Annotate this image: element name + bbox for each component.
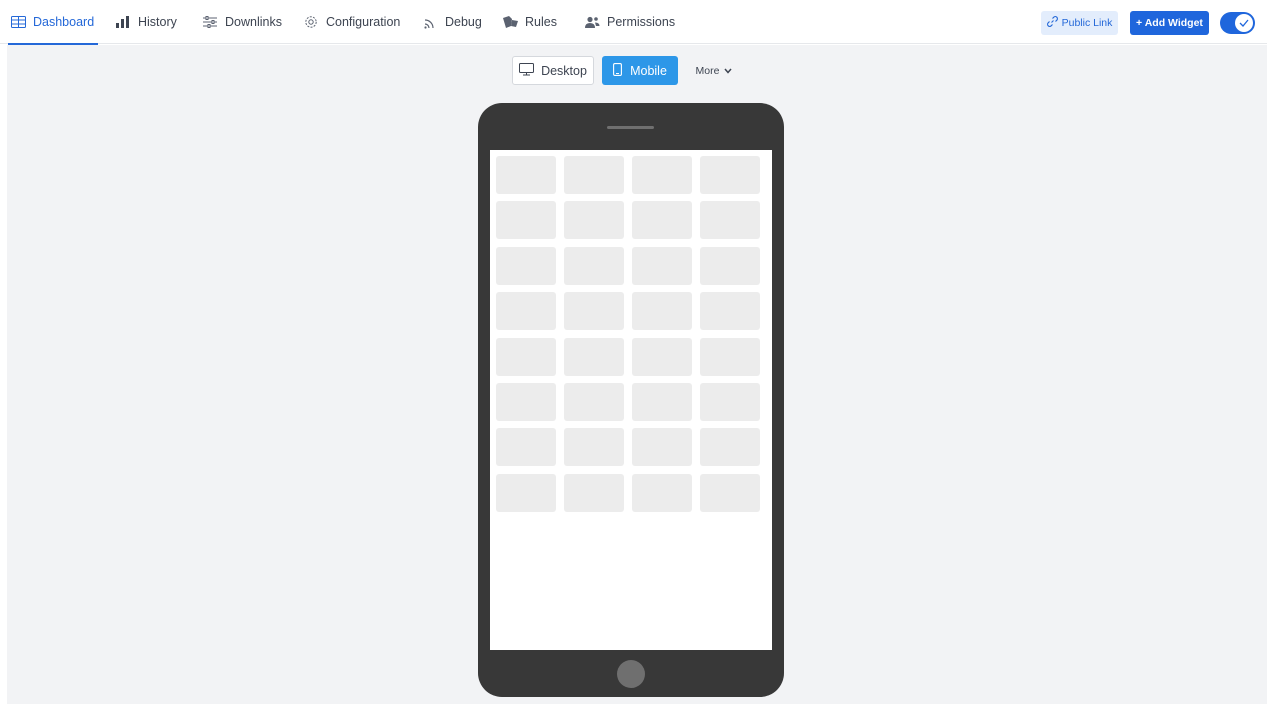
chevron-down-icon [724,65,733,77]
tab-label: History [138,15,177,29]
gear-icon [303,14,319,30]
table-icon [10,14,26,30]
widget-placeholder[interactable] [564,156,624,194]
widget-placeholder[interactable] [496,292,556,331]
widget-placeholder[interactable] [700,246,760,285]
widget-placeholder[interactable] [496,428,556,467]
widget-placeholder[interactable] [700,201,760,240]
link-icon [1046,16,1058,30]
widget-placeholder[interactable] [564,246,624,285]
widget-placeholder[interactable] [632,292,692,331]
widget-placeholder[interactable] [700,382,760,421]
widget-placeholder[interactable] [564,201,624,240]
tab-label: Dashboard [33,15,95,29]
widget-placeholder[interactable] [496,246,556,285]
public-link-button[interactable]: Public Link [1041,11,1118,35]
tab-downlinks[interactable]: Downlinks [202,0,282,44]
widget-placeholder[interactable] [564,428,624,467]
widget-placeholder[interactable] [632,382,692,421]
tab-permissions[interactable]: Permissions [584,0,675,44]
widget-placeholder[interactable] [496,473,556,512]
tab-configuration[interactable]: Configuration [303,0,400,44]
tab-label: Downlinks [225,15,282,29]
mobile-screen [490,150,772,650]
widget-placeholder[interactable] [564,473,624,512]
tab-label: Rules [525,15,557,29]
widget-placeholder[interactable] [564,292,624,331]
widget-placeholder[interactable] [632,337,692,376]
tab-dashboard[interactable]: Dashboard [7,0,99,45]
widget-placeholder[interactable] [632,473,692,512]
edit-mode-toggle[interactable] [1220,12,1255,34]
mobile-view-button[interactable]: Mobile [602,56,678,85]
widget-placeholder[interactable] [700,428,760,467]
public-link-label: Public Link [1061,17,1113,29]
mobile-label: Mobile [630,63,667,78]
phone-speaker [607,126,654,129]
widget-placeholder[interactable] [564,382,624,421]
phone-icon [613,62,623,79]
mobile-preview-frame [478,103,784,697]
tab-label: Debug [445,15,482,29]
widget-placeholder[interactable] [632,428,692,467]
top-nav-bar: Dashboard History Downlinks Configuratio… [0,0,1267,45]
widget-placeholder[interactable] [700,473,760,512]
add-widget-label: + Add Widget [1136,17,1203,29]
tab-rules[interactable]: Rules [502,0,557,44]
widget-placeholder[interactable] [632,201,692,240]
sliders-icon [202,14,218,30]
bar-chart-icon [115,14,131,30]
desktop-label: Desktop [541,63,587,78]
widget-grid [496,156,760,512]
widget-placeholder[interactable] [632,156,692,194]
tab-debug[interactable]: Debug [422,0,482,44]
widget-placeholder[interactable] [700,156,760,194]
widget-placeholder[interactable] [496,382,556,421]
tab-label: Configuration [326,15,401,29]
desktop-view-button[interactable]: Desktop [512,56,594,85]
rules-icon [502,14,518,30]
monitor-icon [519,62,535,79]
users-icon [584,14,600,30]
rss-icon [422,14,438,30]
widget-placeholder[interactable] [632,246,692,285]
widget-placeholder[interactable] [564,337,624,376]
phone-home-button [617,660,645,688]
add-widget-button[interactable]: + Add Widget [1130,11,1209,35]
check-icon [1235,14,1253,32]
more-label: More [695,64,720,77]
widget-placeholder[interactable] [700,337,760,376]
widget-placeholder[interactable] [496,156,556,194]
widget-placeholder[interactable] [700,292,760,331]
tab-label: Permissions [607,15,676,29]
widget-placeholder[interactable] [496,201,556,240]
widget-placeholder[interactable] [496,337,556,376]
tab-history[interactable]: History [115,0,177,44]
more-dropdown[interactable]: More [688,56,740,85]
